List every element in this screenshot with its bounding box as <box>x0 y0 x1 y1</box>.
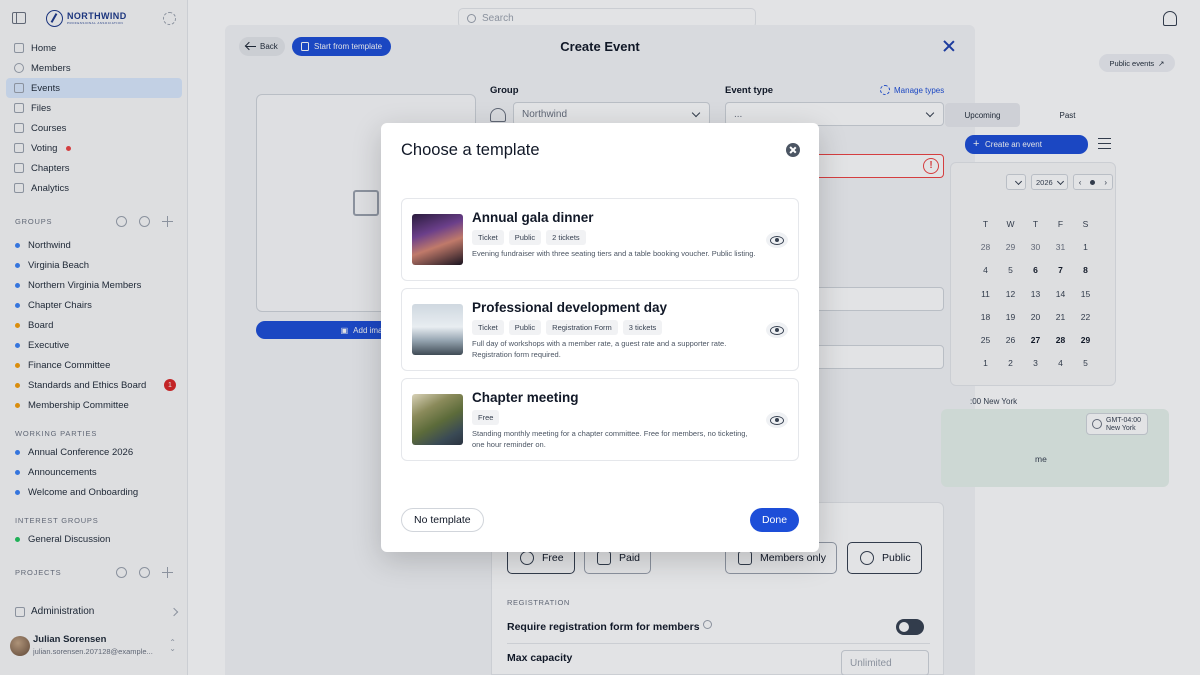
template-chip: 2 tickets <box>546 230 586 245</box>
template-card[interactable]: Professional development day Ticket Publ… <box>401 288 799 371</box>
template-chip: Public <box>508 320 542 335</box>
template-chips: Free <box>472 410 500 425</box>
template-chip: Ticket <box>472 230 504 245</box>
eye-icon[interactable] <box>766 412 788 428</box>
modal-title: Choose a template <box>401 141 540 159</box>
template-chips: Ticket Public 2 tickets <box>472 230 586 245</box>
choose-template-modal: Choose a template Annual gala dinner Tic… <box>381 123 819 552</box>
template-name: Annual gala dinner <box>472 210 594 225</box>
template-name: Professional development day <box>472 300 668 315</box>
template-description: Standing monthly meeting for a chapter c… <box>472 429 748 449</box>
template-chip: 3 tickets <box>622 320 663 335</box>
template-chip: Ticket <box>472 320 504 335</box>
template-chip: Public <box>508 230 542 245</box>
template-description: Evening fundraiser with three seating ti… <box>472 249 756 258</box>
template-card[interactable]: Chapter meeting Free Standing monthly me… <box>401 378 799 461</box>
template-card[interactable]: Annual gala dinner Ticket Public 2 ticke… <box>401 198 799 281</box>
template-thumbnail <box>412 304 463 355</box>
no-template-button[interactable]: No template <box>401 508 484 532</box>
template-chip: Registration Form <box>546 320 618 335</box>
template-description: Full day of workshops with a member rate… <box>472 339 727 359</box>
template-name: Chapter meeting <box>472 390 579 405</box>
eye-icon[interactable] <box>766 322 788 338</box>
template-chip: Free <box>472 410 500 425</box>
close-circle-icon[interactable] <box>786 143 800 157</box>
template-chips: Ticket Public Registration Form 3 ticket… <box>472 320 663 335</box>
template-thumbnail <box>412 214 463 265</box>
done-button[interactable]: Done <box>750 508 799 532</box>
template-thumbnail <box>412 394 463 445</box>
eye-icon[interactable] <box>766 232 788 248</box>
